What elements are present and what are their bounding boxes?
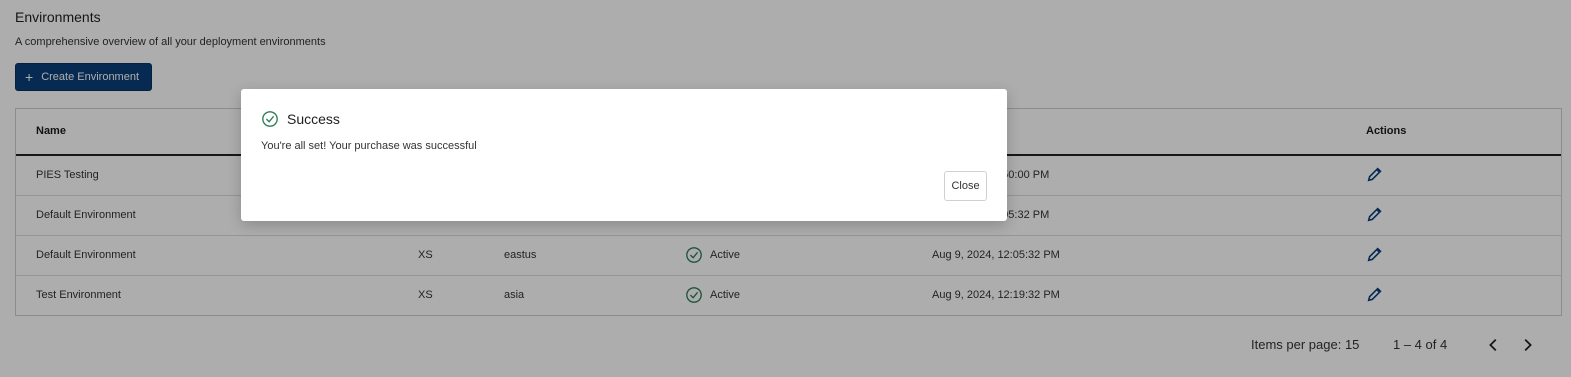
- success-dialog: Success You're all set! Your purchase wa…: [241, 89, 1007, 221]
- dialog-title: Success: [287, 111, 340, 127]
- close-button[interactable]: Close: [944, 171, 987, 201]
- dialog-message: You're all set! Your purchase was succes…: [261, 140, 477, 152]
- check-circle-icon: [262, 111, 278, 127]
